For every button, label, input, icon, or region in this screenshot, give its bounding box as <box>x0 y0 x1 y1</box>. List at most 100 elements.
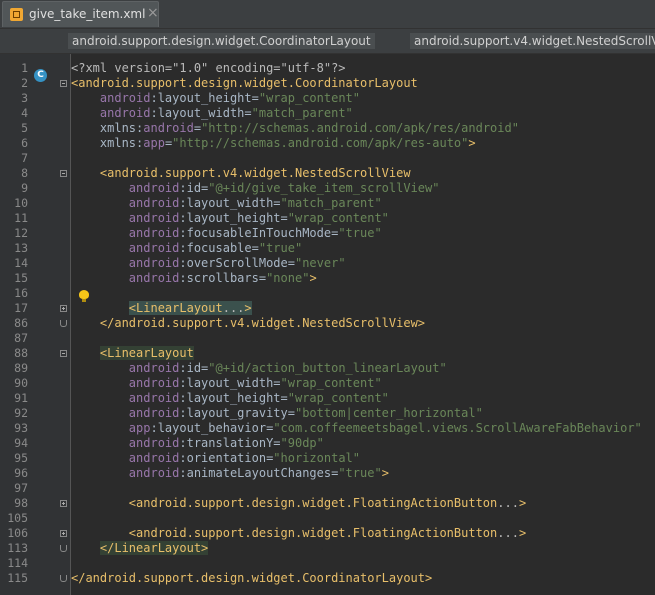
code-line[interactable]: android:translationY="90dp" <box>71 436 324 451</box>
code-line[interactable]: <android.support.design.widget.FloatingA… <box>71 526 526 541</box>
code-token: :layout_behavior= <box>150 421 274 435</box>
code-token: > <box>468 136 476 150</box>
breadcrumb-item-nestedscrollview[interactable]: android.support.v4.widget.NestedScrollVi… <box>410 33 655 49</box>
code-line[interactable]: android:layout_width="match_parent" <box>71 106 353 121</box>
code-token: android <box>128 181 180 195</box>
close-icon[interactable]: × <box>147 5 159 21</box>
code-token: "wrap_content" <box>287 211 389 225</box>
code-line[interactable]: android:id="@+id/action_button_linearLay… <box>71 361 447 376</box>
line-number: 106 <box>7 526 28 540</box>
code-token: ... <box>497 526 519 540</box>
fold-toggle-icon[interactable] <box>60 350 67 357</box>
code-line[interactable]: <android.support.design.widget.Coordinat… <box>71 76 418 91</box>
code-line[interactable]: </android.support.design.widget.Coordina… <box>71 571 432 586</box>
line-number: 90 <box>14 376 28 390</box>
fold-toggle-icon[interactable] <box>60 305 67 312</box>
code-token: android <box>128 436 180 450</box>
code-token: android <box>128 376 180 390</box>
code-line[interactable]: android:focusableInTouchMode="true" <box>71 226 382 241</box>
fold-end-icon <box>60 320 67 327</box>
code-token: <LinearLayout <box>99 346 194 360</box>
fold-toggle-icon[interactable] <box>60 170 67 177</box>
code-line[interactable]: android:id="@+id/give_take_item_scrollVi… <box>71 181 440 196</box>
code-line[interactable]: xmlns:app="http://schemas.android.com/ap… <box>71 136 476 151</box>
code-editor[interactable]: <?xml version="1.0" encoding="utf-8"?> <a… <box>71 54 655 595</box>
code-line[interactable]: android:layout_height="wrap_content" <box>71 391 389 406</box>
code-token: android <box>128 211 180 225</box>
breadcrumb-item-coordinatorlayout[interactable]: android.support.design.widget.Coordinato… <box>68 33 375 49</box>
code-line[interactable]: android:scrollbars="none"> <box>71 271 317 286</box>
code-token: android <box>128 256 180 270</box>
code-line[interactable]: android:orientation="horizontal" <box>71 451 360 466</box>
code-token: > <box>518 526 527 540</box>
class-gutter-icon[interactable]: C <box>34 69 47 82</box>
tab-label: give_take_item.xml <box>29 7 146 21</box>
code-token: android <box>128 466 180 480</box>
fold-toggle-icon[interactable] <box>60 500 67 507</box>
code-token: android <box>128 196 180 210</box>
code-token: "none" <box>266 271 310 285</box>
code-line[interactable]: </LinearLayout> <box>71 541 209 556</box>
code-line[interactable]: <android.support.v4.widget.NestedScrollV… <box>71 166 411 181</box>
code-token: "match_parent" <box>280 196 382 210</box>
code-line[interactable]: android:layout_height="wrap_content" <box>71 91 360 106</box>
code-token: > <box>518 496 527 510</box>
code-token: app <box>128 421 151 435</box>
code-line[interactable]: <?xml version="1.0" encoding="utf-8"?> <box>71 61 346 76</box>
line-number: 1 <box>21 61 28 75</box>
line-number: 97 <box>14 481 28 495</box>
code-token: :layout_width= <box>179 376 281 390</box>
file-tab[interactable]: give_take_item.xml × <box>2 1 159 27</box>
code-token: ... <box>222 301 245 315</box>
code-line[interactable]: <LinearLayout...> <box>71 301 252 316</box>
code-token: "wrap_content" <box>287 391 389 405</box>
code-token: :layout_width= <box>179 196 281 210</box>
code-token: "wrap_content" <box>280 376 382 390</box>
code-token: <android.support.design.widget.Coordinat… <box>71 76 418 90</box>
line-number: 86 <box>14 316 28 330</box>
code-line[interactable]: android:layout_gravity="bottom|center_ho… <box>71 406 483 421</box>
fold-toggle-icon[interactable] <box>60 530 67 537</box>
line-number: 7 <box>21 151 28 165</box>
code-line[interactable]: android:layout_height="wrap_content" <box>71 211 389 226</box>
code-token: :focusableInTouchMode= <box>179 226 339 240</box>
code-token: android <box>128 361 180 375</box>
code-token: "horizontal" <box>273 451 360 465</box>
code-token: :layout_height= <box>150 91 259 105</box>
line-number: 5 <box>21 121 28 135</box>
code-token: > <box>244 301 252 315</box>
code-line[interactable]: android:overScrollMode="never" <box>71 256 346 271</box>
code-token: android <box>99 106 151 120</box>
code-token: :orientation= <box>179 451 274 465</box>
code-token: "http://schemas.android.com/apk/res-auto… <box>172 136 469 150</box>
code-token: :layout_width= <box>150 106 252 120</box>
fold-toggle-icon[interactable] <box>60 80 67 87</box>
code-line[interactable]: android:animateLayoutChanges="true"> <box>71 466 389 481</box>
code-token: <LinearLayout <box>128 301 223 315</box>
code-line[interactable]: android:layout_width="wrap_content" <box>71 376 382 391</box>
code-line[interactable]: xmlns:android="http://schemas.android.co… <box>71 121 519 136</box>
code-line[interactable]: app:layout_behavior="com.coffeemeetsbage… <box>71 421 642 436</box>
code-line[interactable]: android:layout_width="match_parent" <box>71 196 382 211</box>
code-line[interactable]: </android.support.v4.widget.NestedScroll… <box>71 316 425 331</box>
code-token: "@+id/action_button_linearLayout" <box>208 361 447 375</box>
code-line[interactable]: <LinearLayout <box>71 346 194 361</box>
code-token: > <box>381 466 389 480</box>
code-line[interactable]: android:focusable="true" <box>71 241 302 256</box>
line-number: 16 <box>14 286 28 300</box>
code-token: android <box>128 391 180 405</box>
code-token: "http://schemas.android.com/apk/res/andr… <box>201 121 519 135</box>
code-line[interactable]: <android.support.design.widget.FloatingA… <box>71 496 526 511</box>
code-token: :layout_height= <box>179 391 288 405</box>
code-token: :id= <box>179 181 209 195</box>
line-number: 9 <box>21 181 28 195</box>
line-number: 13 <box>14 241 28 255</box>
